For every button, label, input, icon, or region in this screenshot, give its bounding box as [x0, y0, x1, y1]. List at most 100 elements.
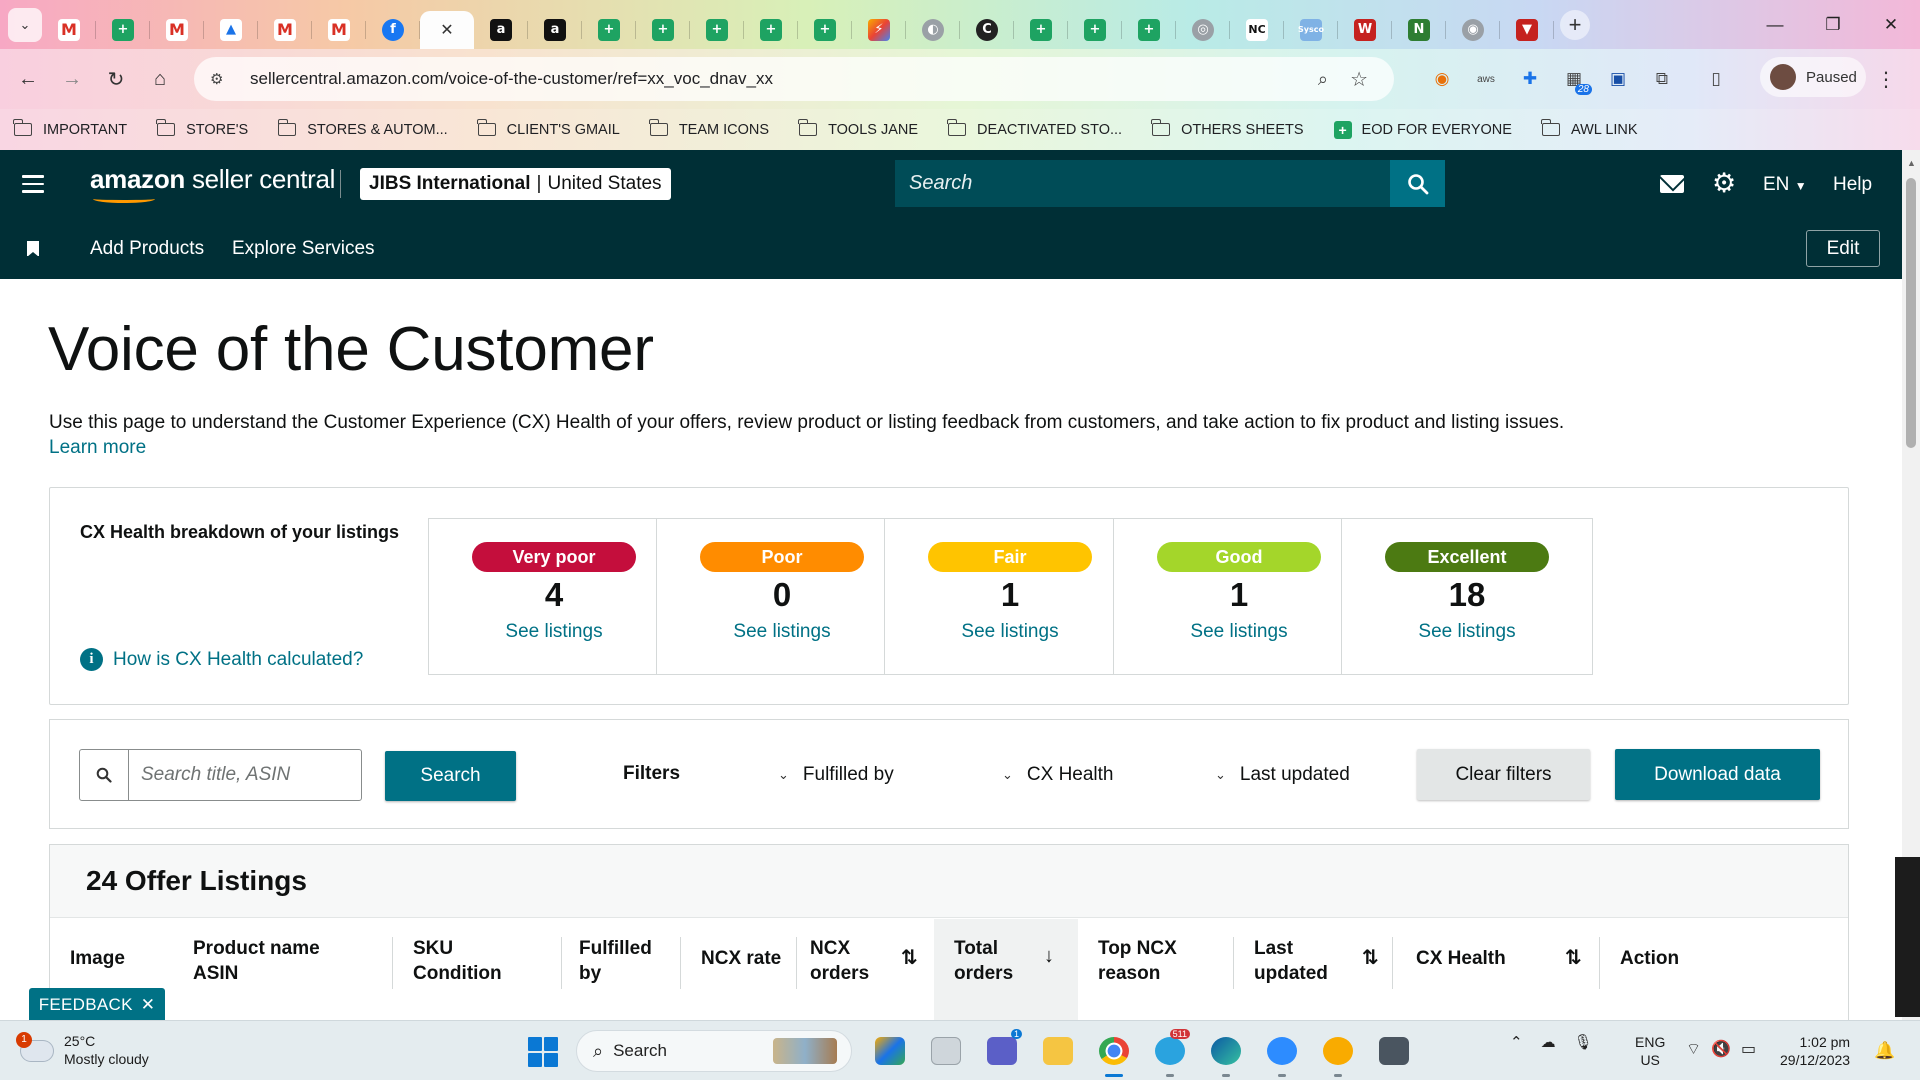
column-total-orders[interactable]: Total orders — [954, 937, 1013, 986]
extensions-puzzle-icon[interactable]: ⧉ — [1640, 59, 1684, 99]
telegram-app-icon[interactable]: 511 — [1142, 1029, 1198, 1077]
search-button[interactable]: Search — [385, 751, 516, 801]
see-listings-link[interactable]: See listings — [1114, 621, 1364, 643]
column-ncx-orders[interactable]: NCX orders — [810, 937, 869, 986]
chevron-up-icon[interactable]: ⌃ — [1510, 1033, 1523, 1051]
browser-tab[interactable]: ▼ — [1500, 11, 1554, 49]
zoom-icon[interactable]: ⌕ — [1318, 69, 1328, 90]
bookmark-item[interactable]: STORES & AUTOM... — [277, 119, 448, 138]
amazon-seller-central-logo[interactable]: amazon seller central — [90, 164, 335, 195]
file-explorer-app-icon[interactable] — [1030, 1031, 1086, 1071]
header-search-button[interactable] — [1390, 160, 1445, 207]
reload-icon[interactable]: ↻ — [94, 59, 138, 99]
zoom-app-icon[interactable] — [1254, 1031, 1310, 1077]
edit-nav-button[interactable]: Edit — [1806, 230, 1880, 267]
scrollbar-thumb[interactable] — [1906, 178, 1916, 448]
see-listings-link[interactable]: See listings — [657, 621, 907, 643]
column-cx-health[interactable]: CX Health — [1416, 947, 1506, 972]
bookmark-item[interactable]: OTHERS SHEETS — [1151, 119, 1304, 138]
browser-tab[interactable]: + — [1068, 11, 1122, 49]
browser-tab[interactable]: + — [582, 11, 636, 49]
extension-grid-icon[interactable]: ▣ — [1596, 59, 1640, 99]
tab-search-button[interactable]: ⌄ — [8, 7, 42, 42]
minimize-icon[interactable]: — — [1746, 8, 1804, 42]
browser-tab[interactable]: + — [1014, 11, 1068, 49]
browser-tab[interactable]: ◐ — [906, 11, 960, 49]
back-icon[interactable]: ← — [6, 59, 50, 99]
learn-more-link[interactable]: Learn more — [49, 437, 146, 459]
sort-icon[interactable]: ⇅ — [901, 945, 918, 970]
browser-menu-icon[interactable]: ⋮ — [1876, 67, 1896, 92]
account-switcher[interactable]: JIBS International | United States — [360, 168, 671, 200]
see-listings-link[interactable]: See listings — [885, 621, 1135, 643]
browser-tab[interactable]: NC — [1230, 11, 1284, 49]
browser-tab[interactable]: M — [150, 11, 204, 49]
forward-icon[interactable]: → — [50, 59, 94, 99]
browser-tab[interactable]: M — [258, 11, 312, 49]
file-stack-app-icon[interactable] — [918, 1031, 974, 1071]
download-data-button[interactable]: Download data — [1615, 749, 1820, 800]
close-window-icon[interactable]: ✕ — [1862, 8, 1920, 42]
bookmark-item[interactable]: TEAM ICONS — [649, 119, 769, 138]
browser-tab[interactable]: M — [312, 11, 366, 49]
onedrive-icon[interactable]: ☁ — [1541, 1033, 1556, 1051]
bookmark-icon[interactable] — [27, 241, 39, 257]
extension-calendar-icon[interactable]: ▦ 28 — [1552, 59, 1596, 99]
see-listings-link[interactable]: See listings — [1342, 621, 1592, 643]
browser-tab[interactable]: Sysco — [1284, 11, 1338, 49]
address-bar[interactable]: ⚙ sellercentral.amazon.com/voice-of-the-… — [194, 57, 1394, 101]
browser-tab[interactable]: N — [1392, 11, 1446, 49]
header-search-input[interactable] — [909, 172, 1379, 195]
home-icon[interactable]: ⌂ — [138, 59, 182, 99]
taskbar-search[interactable]: ⌕ Search — [576, 1030, 852, 1072]
browser-tab[interactable]: + — [96, 11, 150, 49]
restore-icon[interactable]: ❐ — [1804, 8, 1862, 42]
site-info-icon[interactable]: ⚙ — [210, 70, 230, 88]
hamburger-menu-icon[interactable] — [22, 175, 44, 193]
browser-tab[interactable]: ◉ — [1446, 11, 1500, 49]
copilot-app-icon[interactable] — [862, 1031, 918, 1071]
browser-tab[interactable]: W — [1338, 11, 1392, 49]
browser-tab[interactable]: + — [1122, 11, 1176, 49]
fulfilled-by-dropdown[interactable]: ⌄ Fulfilled by — [778, 764, 894, 786]
microphone-icon[interactable]: 🎙 — [1574, 1033, 1593, 1051]
bookmark-item[interactable]: TOOLS JANE — [798, 119, 918, 138]
side-panel-icon[interactable]: ▯ — [1694, 59, 1738, 99]
close-icon[interactable]: ✕ — [436, 19, 458, 41]
gear-icon[interactable]: ⚙ — [1712, 170, 1736, 197]
last-updated-dropdown[interactable]: ⌄ Last updated — [1215, 764, 1350, 786]
extension-blue-icon[interactable]: ✚ — [1508, 59, 1552, 99]
listing-search-input[interactable] — [141, 750, 351, 800]
browser-tab[interactable]: ▲ — [204, 11, 258, 49]
teams-app-icon[interactable]: 1 — [974, 1029, 1030, 1071]
chrome-app-icon[interactable] — [1086, 1031, 1142, 1077]
browser-tab[interactable]: ✕ — [420, 10, 474, 49]
sort-icon[interactable]: ⇅ — [1362, 945, 1379, 970]
calculator-app-icon[interactable] — [1366, 1031, 1422, 1071]
column-last-updated[interactable]: Last updated — [1254, 937, 1328, 986]
sort-descending-icon[interactable]: ↓ — [1044, 945, 1054, 968]
bookmark-star-icon[interactable]: ☆ — [1350, 67, 1368, 92]
extension-orange-icon[interactable]: ◉ — [1420, 59, 1464, 99]
scroll-up-icon[interactable]: ▲ — [1907, 158, 1916, 168]
cx-health-help-link[interactable]: i How is CX Health calculated? — [80, 648, 363, 671]
explore-services-link[interactable]: Explore Services — [232, 238, 375, 260]
browser-tab[interactable]: a — [528, 11, 582, 49]
windows-start-icon[interactable] — [528, 1037, 558, 1067]
bookmark-item[interactable]: DEACTIVATED STO... — [947, 119, 1122, 138]
sort-icon[interactable]: ⇅ — [1565, 945, 1582, 970]
see-listings-link[interactable]: See listings — [429, 621, 679, 643]
extension-aws-icon[interactable]: aws — [1464, 59, 1508, 99]
bookmark-item[interactable]: + EOD FOR EVERYONE — [1333, 120, 1512, 139]
feedback-tab[interactable]: FEEDBACK ✕ — [29, 988, 165, 1021]
browser-tab[interactable]: f — [366, 11, 420, 49]
browser-tab[interactable]: + — [798, 11, 852, 49]
add-products-link[interactable]: Add Products — [90, 238, 204, 260]
bookmark-item[interactable]: CLIENT'S GMAIL — [477, 119, 620, 138]
browser-tab[interactable]: ⚡ — [852, 11, 906, 49]
vpn-app-icon[interactable] — [1310, 1031, 1366, 1077]
weather-widget[interactable]: 1 25°C Mostly cloudy — [16, 1031, 149, 1068]
close-icon[interactable]: ✕ — [141, 995, 156, 1015]
mail-icon[interactable] — [1660, 175, 1684, 193]
bookmark-item[interactable]: IMPORTANT — [13, 119, 127, 138]
